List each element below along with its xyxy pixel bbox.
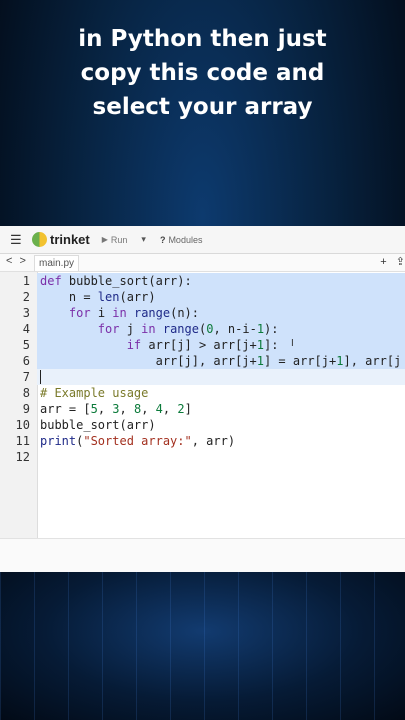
run-label: Run [110, 234, 128, 245]
hamburger-menu-icon[interactable]: ☰ [10, 232, 28, 248]
line-number: 9 [22, 402, 30, 416]
code-text: def bubble_sort(arr): [40, 274, 192, 288]
code-text: print("Sorted array:", arr) [40, 434, 236, 448]
code-line[interactable]: 2 n = len(arr) [0, 289, 405, 305]
line-number: 3 [22, 306, 30, 320]
trinket-logo-icon [32, 232, 47, 247]
code-text: arr = [5, 3, 8, 4, 2] [40, 402, 192, 416]
tab-main-py[interactable]: main.py [34, 255, 80, 271]
toolbar: ☰ trinket ▶ Run ▾ ? Modules [0, 226, 405, 254]
code-text: n = len(arr) [40, 290, 156, 304]
code-line[interactable]: 10 bubble_sort(arr) [0, 417, 405, 433]
line-number: 5 [22, 338, 30, 352]
trinket-logo[interactable]: trinket [32, 232, 90, 247]
code-line[interactable]: 4 for j in range(0, n-i-1): [0, 321, 405, 337]
caption-line-3: select your array [92, 94, 313, 120]
code-line[interactable]: 8 # Example usage [0, 385, 405, 401]
play-icon: ▶ [101, 235, 108, 244]
line-number: 11 [15, 434, 30, 448]
run-dropdown-button[interactable]: ▾ [141, 234, 146, 245]
line-number: 6 [22, 354, 30, 368]
upload-file-icon[interactable]: ⇪ [396, 256, 405, 268]
background-floor [0, 572, 405, 720]
code-line[interactable]: 6 arr[j], arr[j+1] = arr[j+1], arr[j [0, 353, 405, 369]
editor-footer [0, 538, 405, 572]
caption-line-2: copy this code and [80, 60, 325, 86]
video-caption: in Python then just copy this code and s… [0, 22, 405, 124]
code-line[interactable]: 7 [0, 369, 405, 385]
line-number: 8 [22, 386, 30, 400]
line-number: 2 [22, 290, 30, 304]
brand-name: trinket [50, 232, 90, 247]
add-file-icon[interactable]: + [380, 256, 386, 268]
trinket-editor-window: ☰ trinket ▶ Run ▾ ? Modules < > main.py … [0, 226, 405, 572]
code-text: bubble_sort(arr) [40, 418, 156, 432]
line-number: 12 [15, 450, 30, 464]
modules-button[interactable]: ? Modules [160, 235, 203, 245]
line-number: 1 [22, 274, 30, 288]
run-button[interactable]: ▶ Run [102, 235, 128, 245]
modules-label: Modules [168, 234, 203, 245]
code-text: arr[j], arr[j+1] = arr[j+1], arr[j [40, 354, 402, 368]
line-number: 10 [15, 418, 30, 432]
line-number: 4 [22, 322, 30, 336]
code-text: # Example usage [40, 386, 149, 400]
code-text: for i in range(n): [68, 306, 199, 320]
line-number: 7 [22, 370, 30, 384]
active-line-highlight [37, 369, 405, 385]
tab-tools: + ⇪ [374, 255, 405, 268]
code-line[interactable]: 11 print("Sorted array:", arr) [0, 433, 405, 449]
file-tab-bar: < > main.py + ⇪ [0, 254, 405, 272]
text-cursor [40, 370, 41, 384]
code-line[interactable]: 3 for i in range(n): [0, 305, 405, 321]
code-line[interactable]: 9 arr = [5, 3, 8, 4, 2] [0, 401, 405, 417]
caption-line-1: in Python then just [78, 26, 327, 52]
code-text: if arr[j] > arr[j+1]: [126, 338, 279, 352]
code-line[interactable]: 1 def bubble_sort(arr): [0, 273, 405, 289]
code-text: for j in range(0, n-i-1): [97, 322, 279, 336]
code-editor[interactable]: 1 def bubble_sort(arr): 2 n = len(arr) 3 fo… [0, 272, 405, 538]
mouse-ibeam-cursor: I [291, 338, 294, 349]
question-icon: ? [159, 234, 166, 245]
code-line[interactable]: 5 if arr[j] > arr[j+1]: [0, 337, 405, 353]
code-line[interactable]: 12 [0, 449, 405, 465]
file-nav-arrows[interactable]: < > [6, 255, 28, 267]
